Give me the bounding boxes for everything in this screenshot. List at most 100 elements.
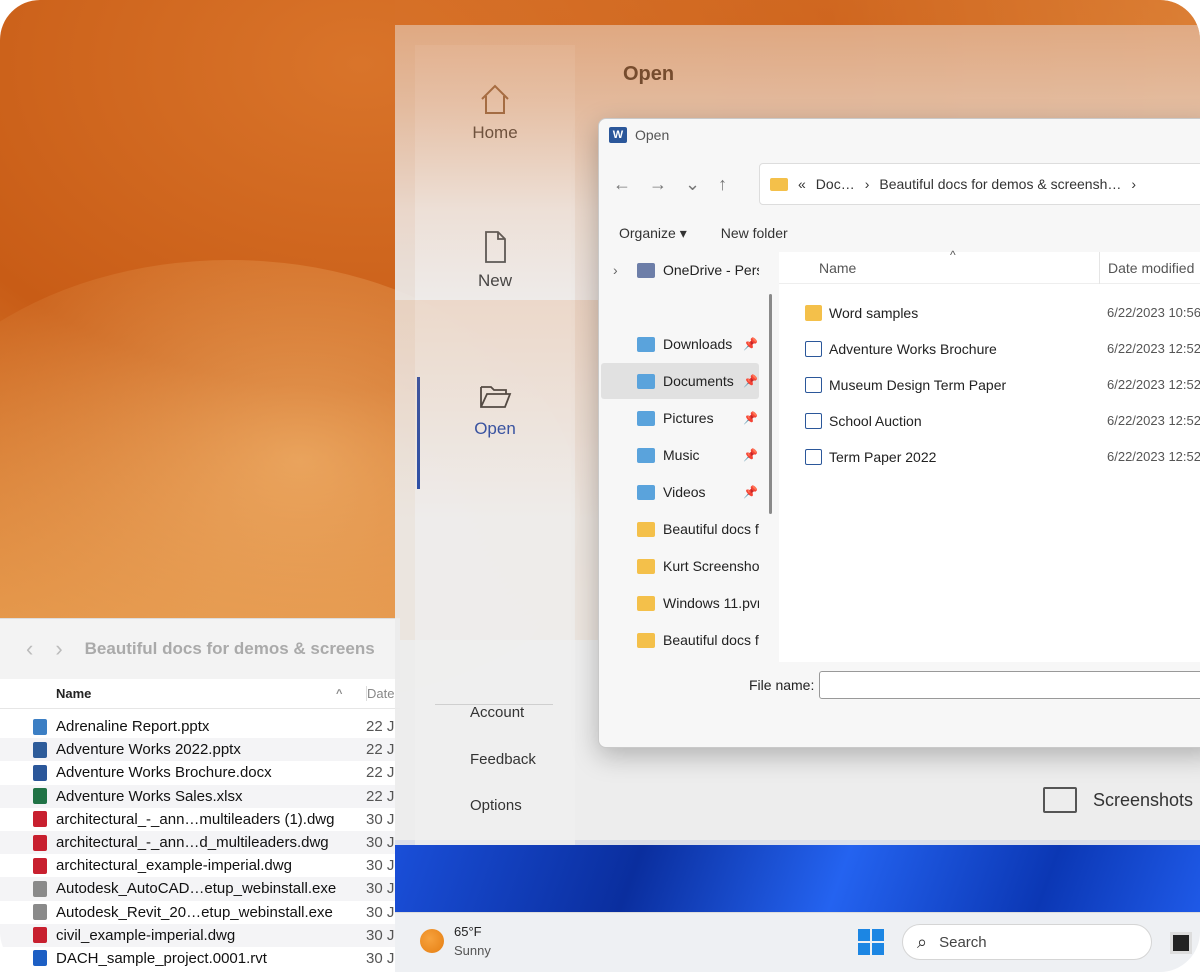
pin-icon[interactable]: 📌: [743, 485, 758, 499]
nav-item-label: Kurt Screenshot: [663, 558, 759, 574]
file-name: architectural_example-imperial.dwg: [56, 857, 292, 875]
pin-icon[interactable]: 📌: [743, 411, 758, 425]
windows-start-icon[interactable]: [858, 929, 884, 955]
file-list-pane: Name ^ Date modified Word samples 6/22/20…: [779, 248, 1200, 662]
nav-scrollbar[interactable]: [769, 294, 772, 514]
file-date: 22 J: [366, 741, 395, 759]
word-app-icon: W: [609, 127, 627, 143]
finder-file-row[interactable]: Adventure Works Sales.xlsx 22 J: [0, 784, 400, 808]
breadcrumb-current-folder[interactable]: Beautiful docs for demos & screensh…: [879, 176, 1121, 192]
nav-item-label: Documents: [663, 373, 734, 389]
forward-icon[interactable]: ›: [55, 636, 62, 662]
sun-icon[interactable]: [420, 929, 444, 953]
taskbar-search-box[interactable]: ⌕ Search: [902, 924, 1152, 960]
videos-folder-icon: [637, 484, 655, 500]
file-name: Word samples: [829, 305, 919, 321]
screenshots-folder-row[interactable]: Screenshots: [1043, 787, 1193, 813]
nav-item-label: Pictures: [663, 410, 714, 426]
address-overflow[interactable]: «: [798, 176, 806, 192]
finder-file-row[interactable]: architectural_example-imperial.dwg 30 J: [0, 854, 400, 877]
new-document-icon: [485, 231, 506, 263]
dialog-nav-buttons: ← → ⌄ ↑: [613, 174, 727, 195]
backstage-new[interactable]: New: [415, 229, 575, 291]
weather-condition[interactable]: Sunny: [454, 943, 491, 958]
exe-icon: [33, 880, 47, 897]
backstage-nav: [415, 45, 575, 845]
nav-item[interactable]: Beautiful docs fo: [601, 622, 759, 658]
file-row[interactable]: Term Paper 2022 6/22/2023 12:52: [779, 439, 1200, 475]
pptx-icon: [33, 741, 47, 758]
pin-icon[interactable]: 📌: [743, 374, 758, 388]
nav-item[interactable]: Pictures 📌: [601, 400, 759, 436]
finder-file-row[interactable]: Adventure Works Brochure.docx 22 J: [0, 761, 400, 784]
finder-file-row[interactable]: Autodesk_Revit_20…etup_webinstall.exe 30 …: [0, 901, 400, 924]
folder-icon: [637, 558, 655, 574]
weather-temp[interactable]: 65°F: [454, 924, 482, 939]
file-date: 30 J: [366, 810, 395, 828]
file-name: Autodesk_Revit_20…etup_webinstall.exe: [56, 903, 333, 921]
name-column-header[interactable]: Name: [56, 686, 91, 701]
folder-icon: [805, 305, 822, 321]
organize-button[interactable]: Organize ▾: [619, 225, 687, 242]
file-row[interactable]: Museum Design Term Paper 6/22/2023 12:52: [779, 367, 1200, 403]
nav-item[interactable]: Documents 📌: [601, 363, 759, 399]
finder-file-row[interactable]: Adrenaline Report.pptx 22 J: [0, 715, 400, 738]
expand-chevron-icon[interactable]: ›: [613, 262, 618, 278]
finder-file-row[interactable]: Adventure Works 2022.pptx 22 J: [0, 738, 400, 762]
nav-item[interactable]: Windows 11.pvm: [601, 585, 759, 621]
nav-item-label: Beautiful docs fo: [663, 521, 759, 537]
open-folder-icon: [480, 386, 512, 408]
up-arrow-icon[interactable]: ↑: [718, 174, 727, 195]
back-icon[interactable]: ‹: [26, 636, 33, 662]
pictures-folder-icon: [637, 410, 655, 426]
pin-icon[interactable]: 📌: [743, 337, 758, 351]
file-row[interactable]: School Auction 6/22/2023 12:52: [779, 403, 1200, 439]
forward-arrow-icon[interactable]: →: [649, 174, 667, 195]
pin-icon[interactable]: 📌: [743, 448, 758, 462]
finder-path-title: Beautiful docs for demos & screens: [84, 639, 375, 658]
file-date: 30 J: [366, 834, 395, 852]
dwg-icon: [33, 857, 47, 874]
taskbar-app-icon[interactable]: [1170, 932, 1192, 954]
finder-file-row[interactable]: architectural_-_ann…d_multileaders.dwg 30…: [0, 830, 400, 855]
backstage-home[interactable]: Home: [415, 81, 575, 143]
file-row[interactable]: Adventure Works Brochure 6/22/2023 12:52: [779, 331, 1200, 367]
file-name: architectural_-_ann…d_multileaders.dwg: [56, 834, 329, 852]
breadcrumb-documents[interactable]: Doc…: [816, 176, 855, 192]
feedback-link[interactable]: Feedback: [470, 751, 536, 768]
file-name: Autodesk_AutoCAD…etup_webinstall.exe: [56, 880, 337, 898]
nav-item[interactable]: › OneDrive - Perso: [601, 252, 759, 288]
nav-item-label: OneDrive - Perso: [663, 262, 759, 278]
nav-item[interactable]: Downloads 📌: [601, 326, 759, 362]
back-arrow-icon[interactable]: ←: [613, 174, 631, 195]
new-folder-button[interactable]: New folder: [721, 225, 788, 242]
folder-icon: [637, 595, 655, 611]
nav-item[interactable]: Kurt Screenshot: [601, 548, 759, 584]
file-date: 30 J: [366, 926, 395, 944]
pptx-icon: [33, 718, 47, 735]
backstage-open[interactable]: Open: [415, 377, 575, 439]
finder-file-row[interactable]: DACH_sample_project.0001.rvt 30 J: [0, 947, 400, 970]
nav-item[interactable]: Music 📌: [601, 437, 759, 473]
date-modified-column-header[interactable]: Date modified: [1099, 252, 1194, 284]
finder-file-row[interactable]: Autodesk_AutoCAD…etup_webinstall.exe 30 J: [0, 877, 400, 901]
navigation-pane: ›OneDrive - PersoDownloads📌Documents📌Pic…: [599, 252, 769, 662]
documents-folder-icon: [637, 373, 655, 389]
options-link[interactable]: Options: [470, 797, 522, 814]
nav-item[interactable]: Beautiful docs fo: [601, 511, 759, 547]
breadcrumb-separator[interactable]: ›: [1131, 176, 1136, 192]
name-column-header[interactable]: Name: [819, 260, 856, 276]
backstage-home-label: Home: [472, 123, 518, 142]
screenshots-folder-label: Screenshots: [1093, 789, 1194, 810]
finder-file-row[interactable]: civil_example-imperial.dwg 30 J: [0, 923, 400, 947]
address-bar[interactable]: « Doc… › Beautiful docs for demos & scre…: [759, 163, 1200, 205]
music-folder-icon: [637, 447, 655, 463]
file-row[interactable]: Word samples 6/22/2023 10:56: [779, 295, 1200, 331]
recent-locations-icon[interactable]: ⌄: [685, 174, 700, 195]
date-column-header[interactable]: Date: [366, 686, 394, 701]
finder-file-row[interactable]: architectural_-_ann…multileaders (1).dwg…: [0, 808, 400, 831]
file-name-input[interactable]: [819, 671, 1200, 699]
account-link[interactable]: Account: [470, 704, 524, 721]
nav-item[interactable]: Videos 📌: [601, 474, 759, 510]
finder-toolbar: ‹ › Beautiful docs for demos & screens: [0, 619, 400, 679]
